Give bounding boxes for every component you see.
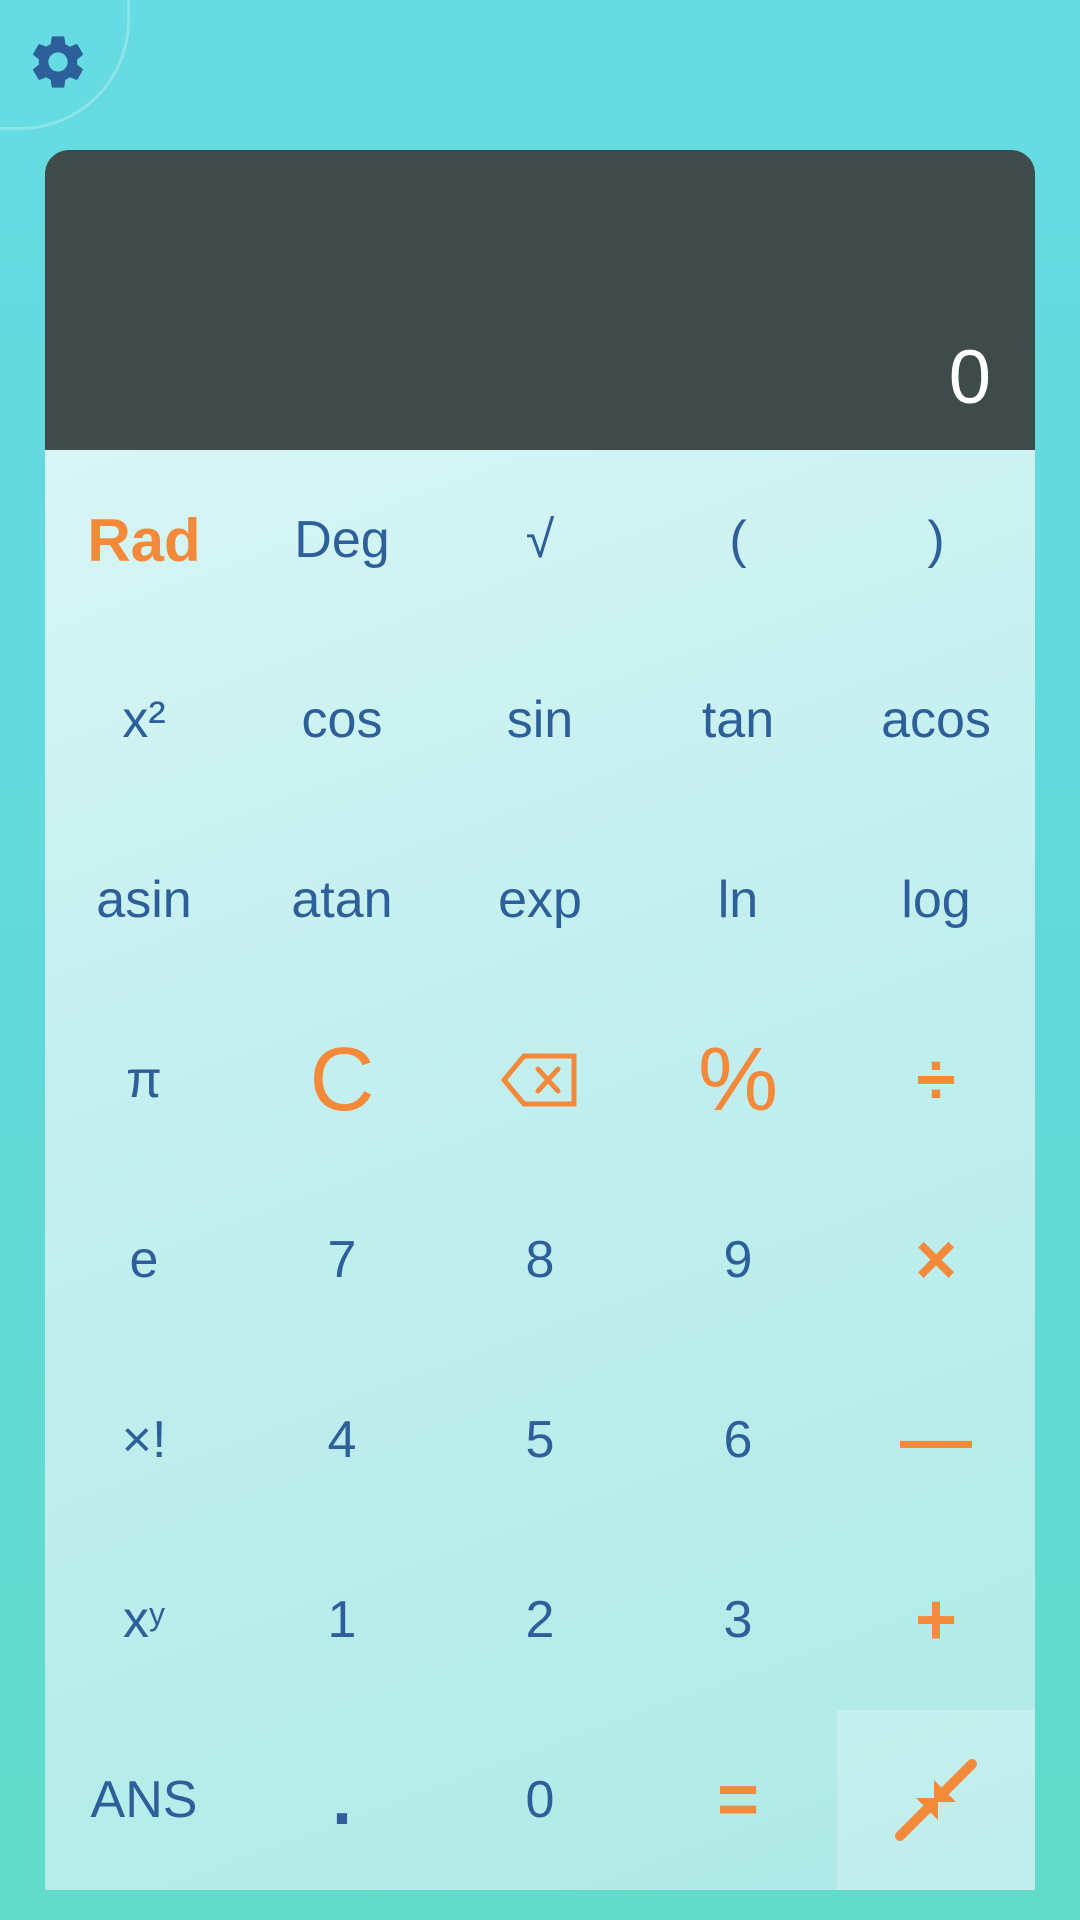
percent-button[interactable]: % xyxy=(639,990,837,1170)
digit-7-button[interactable]: 7 xyxy=(243,1170,441,1350)
minus-button[interactable]: — xyxy=(837,1350,1035,1530)
digit-6-button[interactable]: 6 xyxy=(639,1350,837,1530)
log-button[interactable]: log xyxy=(837,810,1035,990)
digit-2-button[interactable]: 2 xyxy=(441,1530,639,1710)
minimize-arrows-icon xyxy=(895,1759,977,1841)
power-button[interactable]: xy xyxy=(45,1530,243,1710)
decimal-point-button[interactable]: . xyxy=(243,1710,441,1890)
factorial-button[interactable]: ×! xyxy=(45,1350,243,1530)
backspace-icon xyxy=(500,1053,577,1107)
acos-button[interactable]: acos xyxy=(837,630,1035,810)
digit-9-button[interactable]: 9 xyxy=(639,1170,837,1350)
sqrt-button[interactable]: √ xyxy=(441,450,639,630)
exp-button[interactable]: exp xyxy=(441,810,639,990)
backspace-button[interactable] xyxy=(441,990,639,1170)
multiply-button[interactable]: × xyxy=(837,1170,1035,1350)
digit-0-button[interactable]: 0 xyxy=(441,1710,639,1890)
digit-1-button[interactable]: 1 xyxy=(243,1530,441,1710)
power-exponent-label: y xyxy=(149,1595,165,1632)
open-paren-button[interactable]: ( xyxy=(639,450,837,630)
display-value: 0 xyxy=(948,335,991,420)
digit-3-button[interactable]: 3 xyxy=(639,1530,837,1710)
display-panel: 0 xyxy=(45,150,1035,450)
deg-button[interactable]: Deg xyxy=(243,450,441,630)
e-button[interactable]: e xyxy=(45,1170,243,1350)
ans-button[interactable]: ANS xyxy=(45,1710,243,1890)
atan-button[interactable]: atan xyxy=(243,810,441,990)
square-button[interactable]: x² xyxy=(45,630,243,810)
digit-4-button[interactable]: 4 xyxy=(243,1350,441,1530)
pi-button[interactable]: π xyxy=(45,990,243,1170)
digit-5-button[interactable]: 5 xyxy=(441,1350,639,1530)
rad-button[interactable]: Rad xyxy=(45,450,243,630)
digit-8-button[interactable]: 8 xyxy=(441,1170,639,1350)
cos-button[interactable]: cos xyxy=(243,630,441,810)
ln-button[interactable]: ln xyxy=(639,810,837,990)
minimize-button[interactable] xyxy=(837,1710,1035,1890)
plus-button[interactable]: + xyxy=(837,1530,1035,1710)
gear-icon xyxy=(33,36,83,88)
clear-button[interactable]: C xyxy=(243,990,441,1170)
keypad: Rad Deg √ ( ) x² cos sin tan acos asin a… xyxy=(45,450,1035,1890)
sin-button[interactable]: sin xyxy=(441,630,639,810)
asin-button[interactable]: asin xyxy=(45,810,243,990)
divide-button[interactable]: ÷ xyxy=(837,990,1035,1170)
close-paren-button[interactable]: ) xyxy=(837,450,1035,630)
power-base-label: x xyxy=(123,1591,149,1649)
tan-button[interactable]: tan xyxy=(639,630,837,810)
settings-button[interactable] xyxy=(0,0,130,130)
calculator: 0 Rad Deg √ ( ) x² cos sin tan acos asin… xyxy=(45,150,1035,1890)
equals-button[interactable]: = xyxy=(639,1710,837,1890)
